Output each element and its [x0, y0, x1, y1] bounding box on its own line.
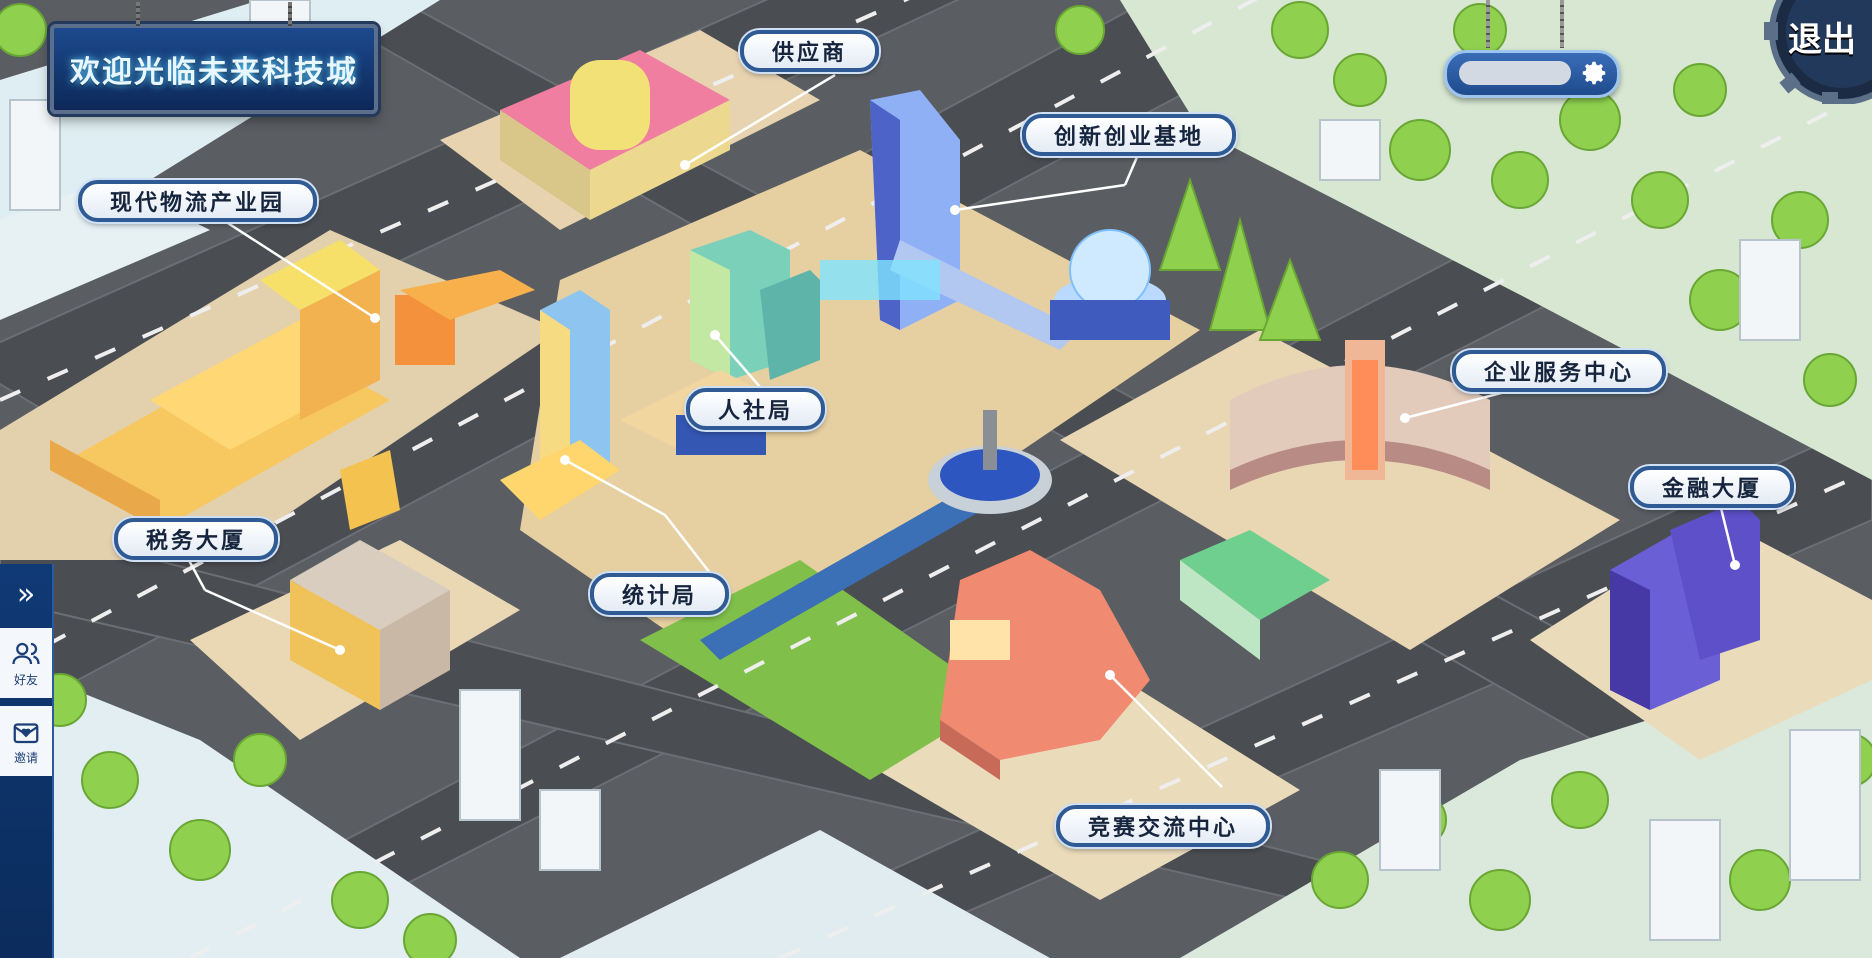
user-panel [1444, 50, 1620, 98]
friends-icon [12, 642, 40, 664]
label-hr-bureau[interactable]: 人社局 [686, 388, 826, 430]
label-enterprise-service[interactable]: 企业服务中心 [1452, 350, 1667, 392]
label-tax-building[interactable]: 税务大厦 [114, 518, 279, 560]
label-logistics-park[interactable]: 现代物流产业园 [78, 180, 318, 222]
sidebar-item-label: 邀请 [13, 750, 38, 765]
chain-left [1486, 0, 1490, 48]
username-field [1459, 61, 1571, 85]
sidebar-item-label: 好友 [13, 672, 38, 687]
label-text: 人社局 [718, 399, 794, 424]
sidebar-expand-button[interactable]: » [0, 566, 52, 622]
label-text: 企业服务中心 [1484, 361, 1635, 386]
city-map [0, 0, 1872, 958]
sidebar-item-invite[interactable]: 邀请 [0, 706, 52, 776]
label-text: 创新创业基地 [1054, 125, 1205, 150]
chain-right [1560, 0, 1564, 48]
double-chevron-right-icon: » [16, 576, 36, 612]
exit-label: 退出 [1788, 20, 1856, 60]
label-finance-tower[interactable]: 金融大厦 [1630, 466, 1795, 508]
gear-icon[interactable] [1579, 58, 1609, 88]
invite-icon [13, 722, 39, 743]
label-text: 竞赛交流中心 [1088, 816, 1239, 841]
exit-button[interactable]: 退出 [1752, 0, 1872, 106]
label-text: 供应商 [772, 41, 848, 66]
label-text: 税务大厦 [146, 529, 247, 554]
page-title: 欢迎光临未来科技城 [70, 55, 358, 90]
label-text: 现代物流产业园 [110, 191, 286, 216]
welcome-banner: 欢迎光临未来科技城 [50, 2, 378, 114]
sidebar-item-friends[interactable]: 好友 [0, 628, 52, 698]
label-competition-center[interactable]: 竞赛交流中心 [1056, 805, 1271, 847]
label-text: 金融大厦 [1662, 477, 1763, 502]
label-statistics-bureau[interactable]: 统计局 [590, 573, 730, 615]
label-text: 统计局 [622, 584, 698, 609]
label-supplier[interactable]: 供应商 [740, 30, 880, 72]
label-innovation-base[interactable]: 创新创业基地 [1022, 114, 1237, 156]
